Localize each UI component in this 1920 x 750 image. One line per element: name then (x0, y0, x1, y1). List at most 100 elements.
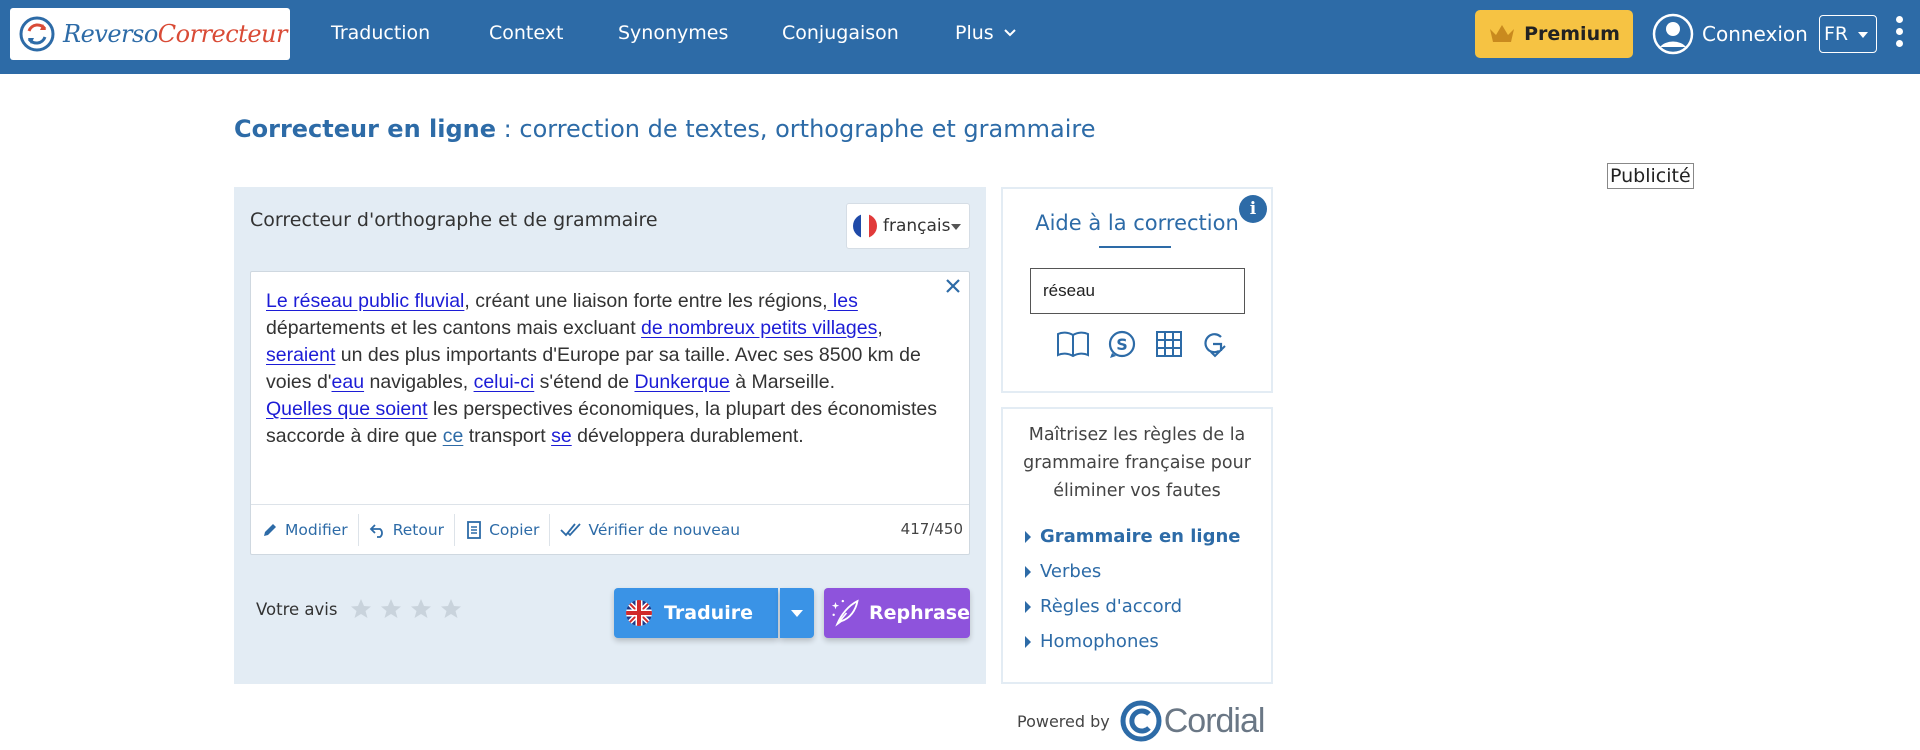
quill-sparkle-icon (831, 599, 859, 627)
logo-text: ReversoCorrecteur (63, 20, 287, 48)
login-label: Connexion (1702, 22, 1808, 46)
page-title: Correcteur en ligne : correction de text… (234, 115, 1095, 143)
text-segment: , créant une liaison forte entre les rég… (464, 290, 828, 312)
caret-down-icon (951, 224, 961, 230)
uk-flag-icon (626, 600, 652, 626)
nav-conjugaison[interactable]: Conjugaison (782, 22, 899, 44)
interface-language-label: FR (1824, 23, 1849, 45)
reverso-logo[interactable]: ReversoCorrecteur (10, 8, 290, 60)
error-highlight[interactable]: eau (332, 371, 365, 393)
clear-text-icon[interactable] (943, 276, 963, 296)
checker-panel-title: Correcteur d'orthographe et de grammaire (250, 209, 658, 231)
book-icon[interactable] (1056, 329, 1090, 359)
checked-text[interactable]: Le réseau public fluvial, créant une lia… (266, 288, 946, 450)
pencil-icon (264, 523, 276, 536)
star-icon[interactable] (379, 597, 403, 621)
page-title-rest: : correction de textes, orthographe et g… (496, 115, 1096, 143)
link-label: Homophones (1040, 631, 1159, 652)
star-icon[interactable] (409, 597, 433, 621)
link-label: Règles d'accord (1040, 596, 1183, 617)
caret-right-icon (1025, 600, 1031, 613)
text-segment: développera durablement. (571, 425, 804, 447)
nav-traduction[interactable]: Traduction (331, 22, 430, 44)
text-segment: départements et les cantons mais excluan… (266, 317, 642, 339)
link-verbes[interactable]: Verbes (1025, 554, 1241, 589)
recheck-button[interactable]: Vérifier de nouveau (550, 514, 750, 546)
title-underline (1099, 246, 1171, 248)
text-language-select[interactable]: français (846, 203, 970, 249)
france-flag-icon (853, 214, 877, 238)
link-grammaire-en-ligne[interactable]: Grammaire en ligne (1025, 519, 1241, 554)
caret-right-icon (1025, 635, 1031, 648)
error-highlight[interactable]: se (551, 425, 572, 447)
modify-button[interactable]: Modifier (251, 513, 359, 546)
double-check-icon (560, 522, 582, 536)
back-button[interactable]: Retour (359, 513, 456, 546)
word-lookup-input[interactable]: réseau (1030, 268, 1245, 314)
info-icon[interactable]: i (1239, 195, 1267, 223)
synonym-icon[interactable]: S (1107, 329, 1137, 359)
modify-label: Modifier (285, 520, 348, 539)
user-avatar-icon (1652, 13, 1694, 55)
correction-help-panel: Aide à la correction i réseau S (1001, 187, 1273, 393)
error-highlight[interactable]: Dunkerque (634, 371, 729, 393)
cordial-brand-text: Cordial (1163, 701, 1266, 740)
copy-icon (467, 520, 481, 539)
copy-button[interactable]: Copier (455, 513, 551, 546)
caret-right-icon (1025, 565, 1031, 578)
login-button[interactable]: Connexion (1652, 12, 1808, 56)
text-editor[interactable]: Le réseau public fluvial, créant une lia… (250, 271, 970, 555)
link-regles-accord[interactable]: Règles d'accord (1025, 589, 1241, 624)
chevron-down-icon (1003, 29, 1016, 37)
more-options-icon[interactable] (1895, 16, 1905, 52)
character-counter: 417/450 (900, 520, 963, 538)
error-highlight[interactable]: les (828, 290, 858, 312)
table-icon[interactable] (1154, 329, 1184, 359)
editor-toolbar: Modifier Retour Copier Vérifier de nouve… (251, 504, 969, 554)
translate-options-dropdown[interactable] (780, 588, 814, 638)
cordial-logo-icon (1120, 700, 1162, 742)
text-segment: navigables, (364, 371, 474, 393)
reverso-logo-icon (19, 16, 55, 52)
premium-button[interactable]: Premium (1475, 10, 1633, 58)
suggestion-highlight[interactable]: ce (443, 425, 464, 447)
error-highlight[interactable]: de nombreux petits villages (641, 317, 877, 339)
correction-help-title: Aide à la correction (1035, 211, 1239, 235)
error-highlight[interactable]: Quelles que soient (266, 398, 428, 420)
rating: Votre avis (256, 597, 463, 621)
lookup-tools: S (1051, 329, 1231, 363)
back-label: Retour (392, 520, 445, 539)
checker-panel: Correcteur d'orthographe et de grammaire… (234, 187, 986, 684)
link-label: Verbes (1040, 561, 1102, 582)
text-segment: transport (463, 425, 552, 447)
error-highlight[interactable]: celui-ci (474, 371, 535, 393)
text-language-label: français (883, 216, 951, 236)
error-highlight[interactable]: Le réseau public fluvial (266, 290, 464, 312)
interface-language-select[interactable]: FR (1819, 15, 1877, 53)
grammar-rules-panel: Maîtrisez les règles de la grammaire fra… (1001, 407, 1273, 684)
grammar-links: Grammaire en ligne Verbes Règles d'accor… (1025, 519, 1241, 659)
page-title-strong: Correcteur en ligne (234, 115, 497, 143)
caret-right-icon (1025, 530, 1031, 543)
link-homophones[interactable]: Homophones (1025, 624, 1241, 659)
nav-context[interactable]: Context (489, 22, 563, 44)
powered-by-label: Powered by (1017, 711, 1110, 731)
nav-plus-label: Plus (955, 22, 994, 44)
premium-label: Premium (1524, 23, 1620, 45)
grammar-description: Maîtrisez les règles de la grammaire fra… (1023, 425, 1251, 501)
powered-by: Powered by Cordial (1017, 700, 1265, 742)
star-icon[interactable] (439, 597, 463, 621)
cordial-logo[interactable]: Cordial (1120, 700, 1265, 742)
nav-plus[interactable]: Plus (955, 22, 1018, 44)
rephrase-button[interactable]: Rephrase (824, 588, 970, 638)
rating-label: Votre avis (256, 599, 338, 619)
star-icon[interactable] (349, 597, 373, 621)
error-highlight[interactable]: seraient (266, 344, 335, 366)
recheck-label: Vérifier de nouveau (588, 520, 741, 539)
translate-button[interactable]: Traduire (614, 588, 778, 638)
nav-synonymes[interactable]: Synonymes (618, 22, 728, 44)
top-navigation-bar: ReversoCorrecteur Traduction Context Syn… (0, 0, 1920, 74)
text-segment: , (877, 317, 883, 339)
grammar-check-icon[interactable] (1199, 329, 1229, 359)
logo-text-correcteur: Correcteur (157, 20, 288, 48)
